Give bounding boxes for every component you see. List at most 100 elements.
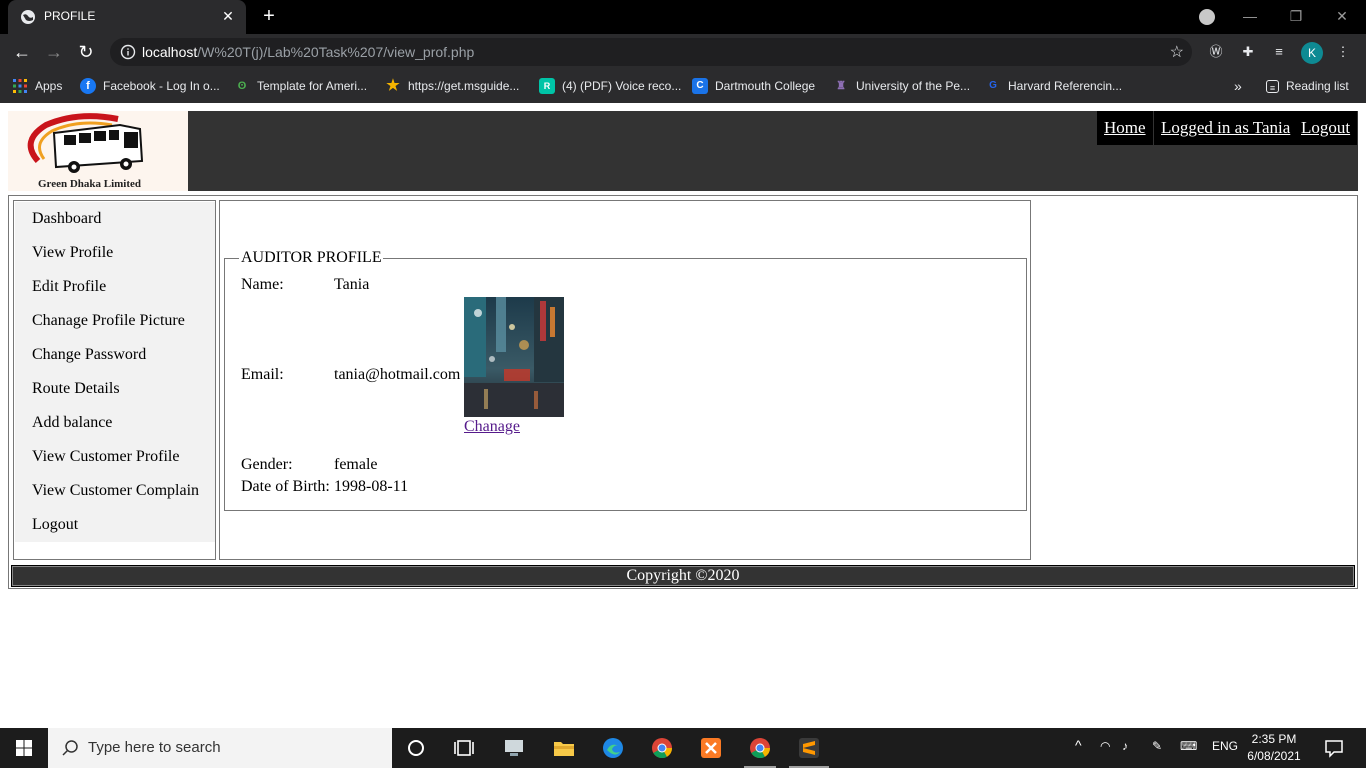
task-view-icon[interactable] bbox=[452, 736, 476, 760]
bookmarks-bar: Apps f Facebook - Log In o... ʘ Template… bbox=[0, 70, 1366, 103]
reading-list-button[interactable]: ≡ Reading list bbox=[1266, 77, 1349, 95]
browser-tab-bar: PROFILE ✕ + — ❐ ✕ bbox=[0, 0, 1366, 34]
name-value: Tania bbox=[334, 276, 370, 293]
sidebar-item-route-details[interactable]: Route Details bbox=[32, 380, 120, 398]
facebook-icon: f bbox=[80, 78, 96, 94]
dartmouth-icon: C bbox=[692, 78, 708, 94]
sidebar-item-view-profile[interactable]: View Profile bbox=[32, 244, 113, 262]
bookmark-msguide[interactable]: ★ https://get.msguide... bbox=[385, 77, 519, 95]
copyright-text: Copyright ©2020 bbox=[626, 567, 740, 584]
sublime-text-icon[interactable] bbox=[797, 736, 821, 760]
reading-list-label: Reading list bbox=[1286, 79, 1349, 93]
pen-icon[interactable]: ✎ bbox=[1152, 739, 1162, 753]
search-placeholder: Type here to search bbox=[88, 739, 221, 756]
xampp-icon[interactable] bbox=[699, 736, 723, 760]
wifi-icon[interactable]: ◠ bbox=[1100, 739, 1110, 753]
keyboard-icon[interactable]: ⌨ bbox=[1180, 739, 1197, 753]
browser-toolbar: ← → ↻ localhost/W%20T(j)/Lab%20Task%207/… bbox=[0, 34, 1366, 70]
file-explorer-icon[interactable] bbox=[552, 736, 576, 760]
sidebar-item-view-customer-complain[interactable]: View Customer Complain bbox=[32, 482, 199, 500]
url-host: localhost bbox=[142, 44, 198, 60]
bookmark-apps[interactable]: Apps bbox=[12, 77, 62, 95]
bookmark-label: University of the Pe... bbox=[856, 79, 971, 93]
url-text[interactable]: localhost/W%20T(j)/Lab%20Task%207/view_p… bbox=[142, 44, 474, 60]
bookmark-label: Facebook - Log In o... bbox=[103, 79, 220, 93]
windows-taskbar: Type here to search ^ ◠ ♪ ✎ ⌨ ENG 2:35 P… bbox=[0, 728, 1366, 768]
tab-search-icon[interactable] bbox=[1199, 9, 1215, 25]
clock-date: 6/08/2021 bbox=[1247, 749, 1301, 763]
chrome-icon[interactable] bbox=[650, 736, 674, 760]
menu-kebab-icon[interactable]: ⋮ bbox=[1334, 43, 1352, 61]
system-clock[interactable]: 2:35 PM 6/08/2021 bbox=[1244, 731, 1304, 765]
puzzle-extensions-icon[interactable]: ✚ bbox=[1239, 43, 1257, 61]
sidebar-item-logout[interactable]: Logout bbox=[32, 516, 78, 534]
nav-logged-in-link[interactable]: Logged in as Tania bbox=[1154, 111, 1298, 145]
profile-avatar[interactable]: K bbox=[1301, 42, 1323, 64]
bookmark-dartmouth[interactable]: C Dartmouth College bbox=[692, 77, 815, 95]
url-path: /W%20T(j)/Lab%20Task%207/view_prof.php bbox=[197, 44, 475, 60]
language-indicator[interactable]: ENG bbox=[1212, 739, 1238, 753]
reload-icon[interactable]: ↻ bbox=[74, 40, 98, 64]
globe-icon bbox=[21, 10, 35, 24]
sidebar-item-change-picture[interactable]: Chanage Profile Picture bbox=[32, 312, 185, 330]
auditor-profile-fieldset: AUDITOR PROFILE Name: Tania Email: tania… bbox=[224, 249, 1027, 511]
restore-icon[interactable]: ❐ bbox=[1276, 4, 1316, 28]
bookmark-facebook[interactable]: f Facebook - Log In o... bbox=[80, 77, 220, 95]
minimize-icon[interactable]: — bbox=[1230, 4, 1270, 28]
logo-caption: Green Dhaka Limited bbox=[37, 178, 142, 190]
search-icon bbox=[62, 740, 78, 756]
close-window-icon[interactable]: ✕ bbox=[1322, 4, 1362, 28]
content-panel: AUDITOR PROFILE Name: Tania Email: tania… bbox=[219, 200, 1031, 560]
sidebar-item-change-password[interactable]: Change Password bbox=[32, 346, 146, 364]
web-page: Green Dhaka Limited Home Logged in as Ta… bbox=[0, 103, 1366, 728]
nav-logout-link[interactable]: Logout bbox=[1294, 111, 1358, 145]
info-icon[interactable] bbox=[120, 44, 136, 60]
edge-icon[interactable] bbox=[601, 736, 625, 760]
address-bar[interactable]: localhost/W%20T(j)/Lab%20Task%207/view_p… bbox=[110, 38, 1192, 66]
tab-title: PROFILE bbox=[44, 9, 96, 23]
site-logo: Green Dhaka Limited bbox=[8, 111, 188, 191]
bookmark-label: https://get.msguide... bbox=[408, 79, 520, 93]
bus-logo-icon bbox=[27, 113, 144, 173]
nav-home-link[interactable]: Home bbox=[1097, 111, 1153, 145]
bookmark-researchgate[interactable]: R (4) (PDF) Voice reco... bbox=[539, 77, 681, 95]
profile-legend: AUDITOR PROFILE bbox=[240, 249, 383, 267]
sidebar: Dashboard View Profile Edit Profile Chan… bbox=[13, 200, 216, 560]
tray-chevron-up-icon[interactable]: ^ bbox=[1075, 737, 1082, 753]
chrome-profile-icon[interactable] bbox=[748, 736, 772, 760]
sidebar-item-dashboard[interactable]: Dashboard bbox=[32, 210, 101, 228]
computer-app-icon[interactable] bbox=[502, 736, 526, 760]
bookmark-university[interactable]: ♜ University of the Pe... bbox=[833, 77, 970, 95]
back-arrow-icon[interactable]: ← bbox=[10, 40, 34, 64]
sidebar-item-add-balance[interactable]: Add balance bbox=[32, 414, 112, 432]
profile-picture bbox=[464, 297, 564, 417]
reading-list-icon: ≡ bbox=[1266, 79, 1279, 93]
volume-icon[interactable]: ♪ bbox=[1122, 739, 1128, 753]
dob-value: 1998-08-11 bbox=[334, 478, 409, 495]
notification-icon[interactable] bbox=[1322, 736, 1346, 760]
bookmark-label: Template for Ameri... bbox=[257, 79, 368, 93]
cortana-icon[interactable] bbox=[404, 736, 428, 760]
bookmark-label: Harvard Referencin... bbox=[1008, 79, 1123, 93]
more-bookmarks-icon[interactable]: » bbox=[1234, 77, 1242, 95]
windows-start-button[interactable] bbox=[0, 728, 48, 768]
university-icon: ♜ bbox=[836, 80, 846, 92]
star-icon: ★ bbox=[386, 77, 400, 94]
email-label: Email: bbox=[241, 366, 284, 383]
harvard-icon: G bbox=[989, 80, 997, 91]
forward-arrow-icon[interactable]: → bbox=[42, 40, 66, 64]
media-queue-icon[interactable]: ≡ bbox=[1270, 43, 1288, 61]
sidebar-item-view-customer-profile[interactable]: View Customer Profile bbox=[32, 448, 179, 466]
sidebar-item-edit-profile[interactable]: Edit Profile bbox=[32, 278, 106, 296]
bookmark-harvard[interactable]: G Harvard Referencin... bbox=[985, 77, 1122, 95]
change-picture-link[interactable]: Chanage bbox=[464, 418, 520, 436]
new-tab-button[interactable]: + bbox=[257, 6, 281, 28]
extension-w-icon[interactable]: Ⓦ bbox=[1207, 43, 1225, 61]
bookmark-label: Apps bbox=[35, 79, 63, 93]
bookmark-template[interactable]: ʘ Template for Ameri... bbox=[234, 77, 367, 95]
close-tab-icon[interactable]: ✕ bbox=[218, 6, 238, 26]
browser-tab-profile[interactable]: PROFILE ✕ bbox=[8, 0, 246, 34]
bookmark-star-icon[interactable]: ☆ bbox=[1170, 42, 1184, 62]
taskbar-search-box[interactable]: Type here to search bbox=[48, 728, 392, 768]
fieldset-border bbox=[382, 258, 1027, 259]
